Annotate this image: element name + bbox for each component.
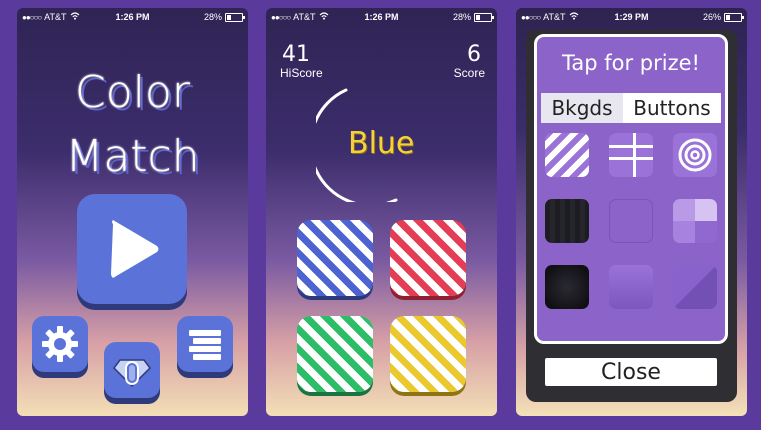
prize-dark-stripes[interactable] xyxy=(545,199,589,243)
prize-dark-vignette[interactable] xyxy=(545,265,589,309)
battery-percent: 28% xyxy=(203,12,222,22)
app-title-line2: Match xyxy=(65,131,200,182)
menu-button[interactable] xyxy=(177,316,233,372)
prize-diagonal-stripes[interactable] xyxy=(545,133,589,177)
target-color-word: Blue xyxy=(348,126,415,161)
score-value: 6 xyxy=(467,42,481,67)
status-bar: ●●○○○ AT&T 1:29 PM 26% xyxy=(516,8,747,26)
app-title-line1: Color xyxy=(75,67,190,118)
prize-gradient-purple[interactable] xyxy=(609,265,653,309)
color-tile-red[interactable] xyxy=(390,220,466,296)
battery-icon xyxy=(474,12,494,22)
screen-prizes: ●●○○○ AT&T 1:29 PM 26% Tap for prize! Bk… xyxy=(516,8,747,416)
color-tile-yellow[interactable] xyxy=(390,316,466,392)
battery-icon xyxy=(724,12,744,22)
screen-home: ●●○○○ AT&T 1:26 PM 28% Color Match xyxy=(17,8,248,416)
tab-buttons[interactable]: Buttons xyxy=(623,93,721,123)
target-icon xyxy=(678,138,712,172)
close-button[interactable]: Close xyxy=(545,358,717,386)
play-button[interactable] xyxy=(77,194,187,304)
color-tile-blue[interactable] xyxy=(297,220,373,296)
hiscore-label: HiScore xyxy=(280,66,323,80)
tab-bkgds[interactable]: Bkgds xyxy=(541,93,623,123)
battery-percent: 26% xyxy=(702,12,721,22)
prize-quad-purple[interactable] xyxy=(673,199,717,243)
settings-button[interactable] xyxy=(32,316,88,372)
prize-grid-lines[interactable] xyxy=(609,133,653,177)
screen-game: ●●○○○ AT&T 1:26 PM 28% 41 HiScore 6 Scor… xyxy=(266,8,497,416)
battery-percent: 28% xyxy=(452,12,471,22)
prize-panel: Tap for prize! Bkgds Buttons xyxy=(534,34,728,344)
status-bar: ●●○○○ AT&T 1:26 PM 28% xyxy=(266,8,497,26)
gear-icon xyxy=(42,326,78,362)
play-icon xyxy=(111,220,159,278)
prize-split-purple[interactable] xyxy=(673,265,717,309)
color-tile-green[interactable] xyxy=(297,316,373,392)
category-tabs: Bkgds Buttons xyxy=(541,93,721,123)
prize-concentric-circles[interactable] xyxy=(673,133,717,177)
hiscore-value: 41 xyxy=(282,42,310,67)
shop-button[interactable] xyxy=(104,342,160,398)
prize-title[interactable]: Tap for prize! xyxy=(537,51,725,75)
gem-icon xyxy=(113,359,151,388)
battery-icon xyxy=(225,12,245,22)
score-label: Score xyxy=(453,66,485,80)
prize-plain-purple[interactable] xyxy=(609,199,653,243)
menu-icon xyxy=(189,330,221,360)
status-bar: ●●○○○ AT&T 1:26 PM 28% xyxy=(17,8,248,26)
